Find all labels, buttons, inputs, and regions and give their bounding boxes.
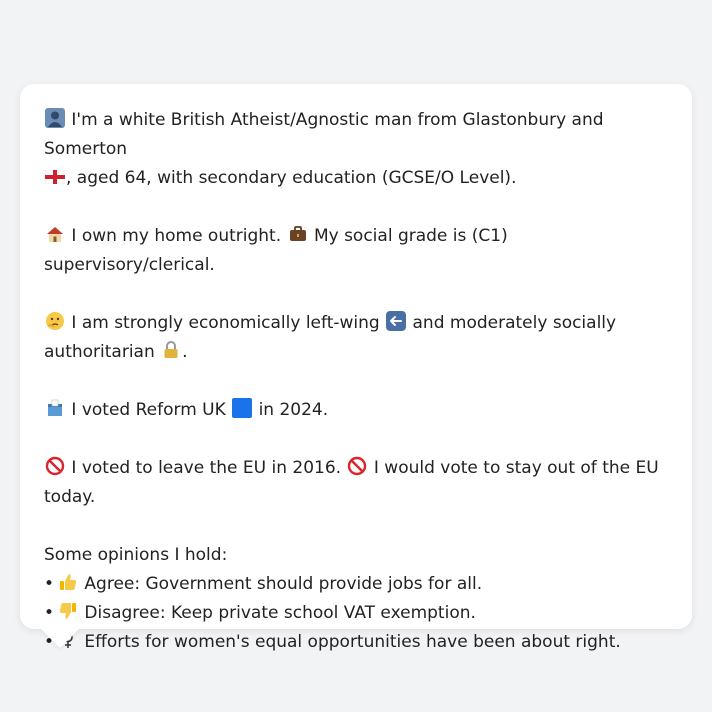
opinion-text: Efforts for women's equal opportunities … [84,632,621,652]
no-entry-icon [44,454,66,483]
opinion-text: Disagree: Keep private school VAT exempt… [84,603,476,623]
eu-paragraph: I voted to leave the EU in 2016. I would… [44,454,668,512]
bust-in-silhouette-icon [44,106,66,135]
econ-text: I am strongly economically left-wing [71,313,380,333]
briefcase-icon [287,222,309,251]
lock-icon [160,338,182,367]
speech-bubble-tail [40,628,80,648]
identity-text-b: , aged 64, with secondary education (GCS… [66,168,517,188]
vote-text-b: in 2024. [258,400,329,420]
home-text: I own my home outright. [71,226,282,246]
ballot-box-icon [44,396,66,425]
vote-paragraph: I voted Reform UK in 2024. [44,396,668,425]
thinking-face-icon [44,309,66,338]
bullet: • [44,574,55,594]
left-arrow-icon [385,309,407,338]
opinions-heading: Some opinions I hold: [44,545,228,565]
opinion-item: • Agree: Government should provide jobs … [44,570,668,599]
thumbs-up-icon [57,570,79,599]
opinion-text: Agree: Government should provide jobs fo… [84,574,483,594]
profile-card: I'm a white British Atheist/Agnostic man… [20,84,692,652]
opinion-item: • Efforts for women's equal opportunitie… [44,628,668,657]
home-work-paragraph: I own my home outright. My social grade … [44,222,668,280]
opinion-item: • Disagree: Keep private school VAT exem… [44,599,668,628]
vote-text-a: I voted Reform UK [71,400,226,420]
identity-paragraph: I'm a white British Atheist/Agnostic man… [44,106,668,193]
bullet: • [44,603,55,623]
thumbs-down-icon [57,599,79,628]
no-entry-icon [346,454,368,483]
blue-square-icon [231,396,253,425]
england-flag-icon [44,164,66,193]
identity-text-a: I'm a white British Atheist/Agnostic man… [44,110,604,159]
ideology-paragraph: I am strongly economically left-wing and… [44,309,668,367]
house-icon [44,222,66,251]
eu-text-1: I voted to leave the EU in 2016. [71,458,342,478]
